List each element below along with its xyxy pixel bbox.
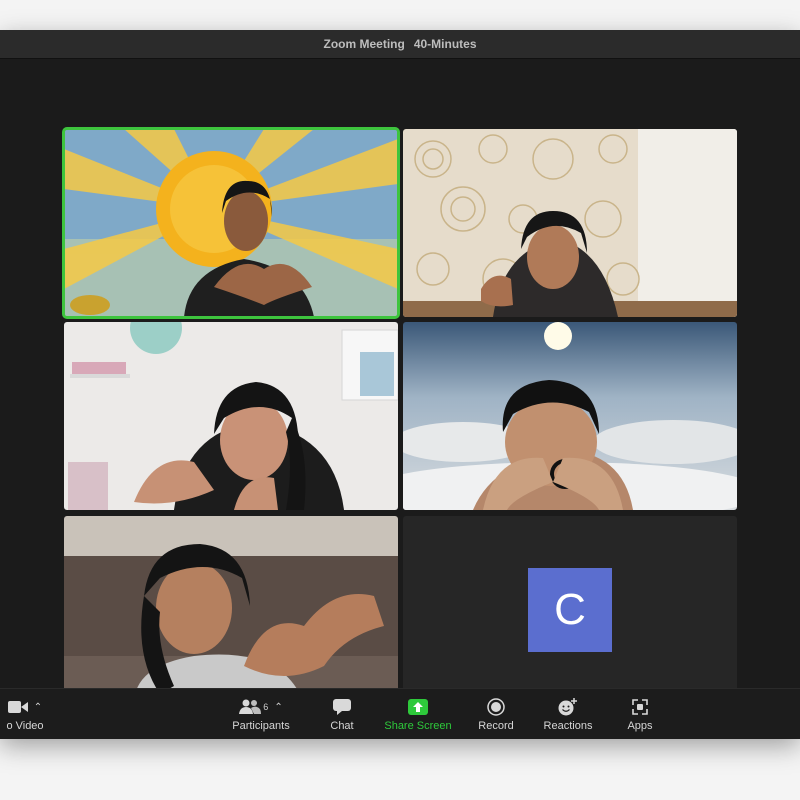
title-bar: Zoom Meeting 40-Minutes	[0, 30, 800, 59]
record-icon	[487, 698, 505, 716]
window-title: Zoom Meeting	[323, 37, 405, 51]
participant-tile-1[interactable]	[62, 127, 400, 319]
participants-options-caret-icon[interactable]: ⌃	[274, 702, 282, 713]
apps-icon	[632, 699, 648, 715]
record-label: Record	[478, 720, 514, 732]
window-subtitle: 40-Minutes	[413, 37, 477, 51]
reactions-smiley-icon	[558, 698, 577, 716]
participants-icon	[239, 699, 262, 714]
video-label: o Video	[6, 720, 44, 732]
apps-label: Apps	[627, 720, 653, 732]
reactions-label: Reactions	[543, 720, 593, 732]
share-screen-icon	[408, 699, 428, 715]
participant-video-1	[64, 129, 398, 317]
video-options-caret-icon[interactable]: ⌃	[34, 702, 42, 713]
share-screen-label: Share Screen	[384, 720, 452, 732]
participant-video-3	[64, 322, 398, 510]
stop-video-button[interactable]: ⌃ o Video	[0, 689, 60, 739]
chat-label: Chat	[330, 720, 354, 732]
participants-count: 6	[263, 702, 269, 712]
participants-button[interactable]: 6 ⌃ Participants	[226, 689, 296, 739]
zoom-window: Zoom Meeting 40-Minutes C ⌃ o Video 6 ⌃ …	[0, 30, 800, 739]
record-button[interactable]: Record	[472, 689, 520, 739]
participants-label: Participants	[232, 720, 290, 732]
participant-video-2	[403, 129, 737, 317]
participant-video-4	[403, 322, 737, 510]
reactions-button[interactable]: Reactions	[540, 689, 596, 739]
chat-bubble-icon	[333, 699, 351, 715]
participant-tile-5[interactable]	[64, 516, 398, 704]
meeting-toolbar: ⌃ o Video 6 ⌃ Participants Chat Share Sc…	[0, 688, 800, 739]
participant-video-5	[64, 516, 398, 704]
apps-button[interactable]: Apps	[620, 689, 660, 739]
gallery-view: C	[0, 59, 800, 704]
chat-button[interactable]: Chat	[322, 689, 362, 739]
participant-tile-3[interactable]	[64, 322, 398, 510]
participant-avatar: C	[528, 568, 612, 652]
participant-tile-2[interactable]	[403, 129, 737, 317]
video-camera-icon	[7, 701, 28, 713]
participant-tile-4[interactable]	[403, 322, 737, 510]
participant-tile-6[interactable]: C	[403, 516, 737, 704]
share-screen-button[interactable]: Share Screen	[382, 689, 454, 739]
